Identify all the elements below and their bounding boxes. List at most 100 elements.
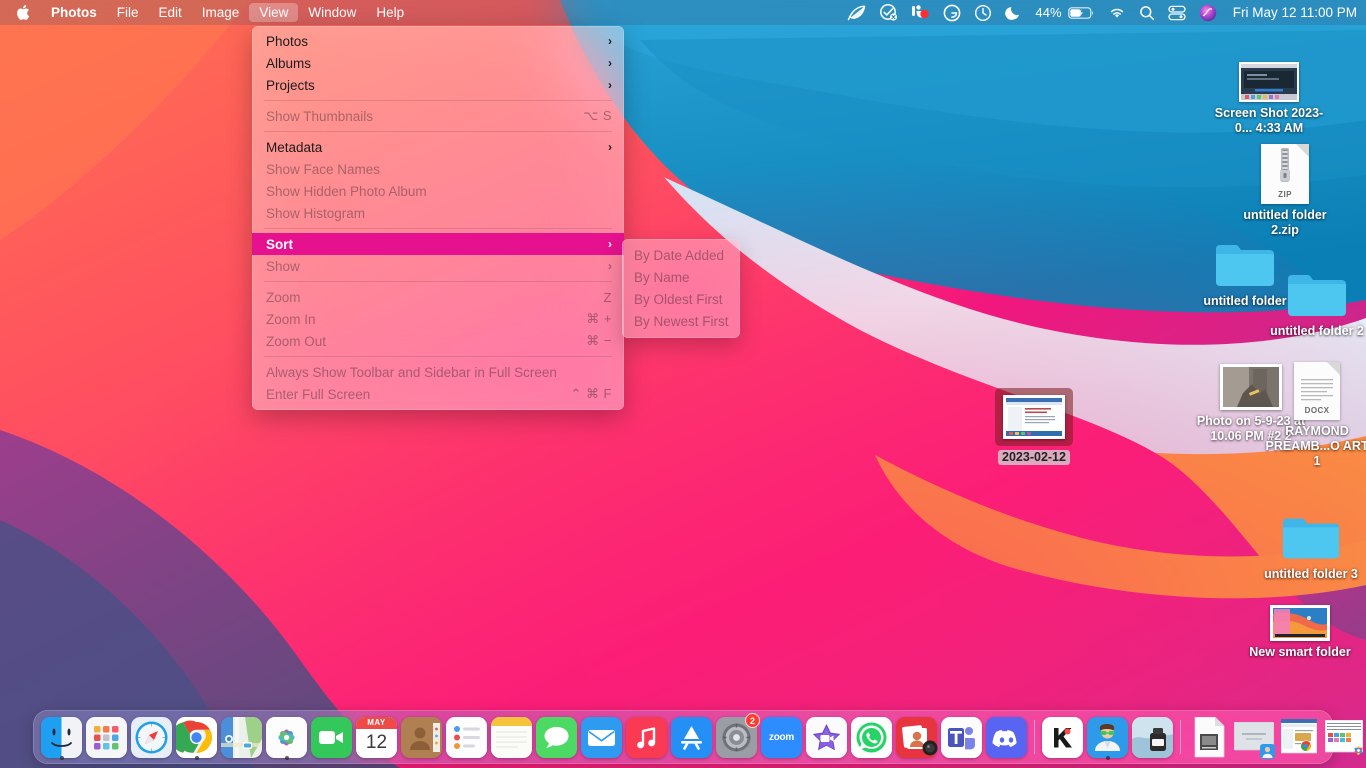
menu-separator — [264, 228, 612, 229]
siri-icon[interactable] — [1199, 0, 1217, 25]
dock-item-whatsapp[interactable] — [849, 714, 894, 760]
menu-item-label: Photos — [266, 33, 309, 49]
dock-item-zoom[interactable]: zoom — [759, 714, 804, 760]
dock-item-reminders[interactable] — [444, 714, 489, 760]
menu-item-label: Zoom Out — [266, 333, 327, 349]
grammarly-g-icon[interactable] — [943, 0, 961, 25]
dock-item-screenshot-file-3[interactable] — [1321, 714, 1366, 760]
menu-item-show-histogram: Show Histogram — [252, 202, 624, 224]
submenu-item-by-newest-first[interactable]: By Newest First — [622, 310, 740, 332]
dock-item-screenshot-file-1[interactable] — [1231, 714, 1276, 760]
menu-item-metadata[interactable]: Metadata › — [252, 136, 624, 158]
menu-image[interactable]: Image — [192, 3, 250, 22]
menu-separator — [264, 356, 612, 357]
submenu-item-label: By Date Added — [634, 247, 725, 263]
menu-file[interactable]: File — [107, 3, 149, 22]
menu-item-zoom: Zoom Z — [252, 286, 624, 308]
running-indicator — [194, 756, 199, 760]
moon-do-not-disturb-icon[interactable] — [1005, 0, 1022, 25]
menu-edit[interactable]: Edit — [149, 3, 192, 22]
zip-file-icon: ZIP — [1261, 144, 1309, 204]
dock-item-imovie[interactable] — [804, 714, 849, 760]
dock-item-mail[interactable] — [579, 714, 624, 760]
menu-item-projects[interactable]: Projects › — [252, 74, 624, 96]
desktop-icon-zip[interactable]: ZIP untitled folder 2.zip — [1230, 144, 1340, 238]
wifi-icon[interactable] — [1108, 0, 1126, 25]
dock-item-calendar[interactable]: MAY 12 — [354, 714, 399, 760]
file-type-label: DOCX — [1304, 406, 1330, 415]
dock-item-photobooth[interactable] — [894, 714, 939, 760]
menu-item-label: Enter Full Screen — [266, 386, 371, 402]
submenu-item-label: By Name — [634, 269, 690, 285]
submenu-item-by-oldest-first[interactable]: By Oldest First — [622, 288, 740, 310]
dock-item-safari[interactable] — [129, 714, 174, 760]
control-center-icon[interactable] — [1168, 0, 1186, 25]
submenu-item-by-date-added[interactable]: By Date Added — [622, 244, 740, 266]
menu-photos[interactable]: Photos — [41, 3, 107, 22]
menu-item-shortcut: ⌃ ⌘ F — [570, 386, 612, 401]
menu-item-albums[interactable]: Albums › — [252, 52, 624, 74]
menu-item-shortcut: ⌘ + — [586, 311, 612, 326]
desktop-icon-folder-3[interactable]: untitled folder 3 — [1256, 513, 1366, 582]
colorful-app-icon[interactable] — [911, 0, 930, 25]
desktop-icon-label: 2023-02-12 — [998, 450, 1070, 465]
menu-separator — [264, 100, 612, 101]
dock-item-messages[interactable] — [534, 714, 579, 760]
menu-item-shortcut: ⌥ S — [583, 108, 612, 123]
dock-item-contacts[interactable] — [399, 714, 444, 760]
dock-item-photos[interactable] — [264, 714, 309, 760]
screenshot-thumbnail-icon — [995, 388, 1073, 446]
dock-item-screenshot-file-2[interactable] — [1276, 714, 1321, 760]
clock-history-icon[interactable] — [974, 0, 992, 25]
submenu-item-label: By Oldest First — [634, 291, 723, 307]
desktop-icon-smart-folder[interactable]: New smart folder — [1245, 605, 1355, 660]
dock-item-system-preferences[interactable]: 2 — [714, 713, 760, 760]
battery-charging-icon[interactable] — [1067, 0, 1095, 25]
checkmark-circle-icon[interactable] — [879, 0, 898, 25]
menu-window[interactable]: Window — [298, 3, 366, 22]
dock-item-documents-stack[interactable] — [1186, 714, 1231, 760]
desktop-icon-label: Screen Shot 2023-0... 4:33 AM — [1214, 106, 1324, 135]
menu-bar-clock[interactable]: Fri May 12 11:00 PM — [1233, 5, 1357, 20]
desktop-icon-docx[interactable]: DOCX RAYMOND PREAMB...O ART 1 — [1262, 362, 1366, 469]
menu-item-label: Show — [266, 258, 300, 274]
menu-help[interactable]: Help — [366, 3, 414, 22]
dock-item-facetime[interactable] — [309, 714, 354, 760]
sort-submenu: By Date Added By Name By Oldest First By… — [622, 239, 740, 338]
dock-item-ink-app[interactable] — [1130, 714, 1175, 760]
submenu-item-by-name[interactable]: By Name — [622, 266, 740, 288]
dock-item-teams[interactable] — [939, 714, 984, 760]
desktop-icon-label: untitled folder 2.zip — [1243, 208, 1327, 237]
dock-item-appstore[interactable] — [669, 714, 714, 760]
menu-item-shortcut: ⌘ − — [586, 333, 612, 348]
menu-view[interactable]: View — [249, 3, 299, 22]
dock-item-maps[interactable] — [219, 714, 264, 760]
menu-item-label: Projects — [266, 77, 315, 93]
dock-item-music[interactable] — [624, 714, 669, 760]
battery-percent-label: 44% — [1035, 5, 1062, 20]
dock-item-avatar-app[interactable] — [1085, 714, 1130, 760]
desktop-icon-selected-screenshot[interactable]: 2023-02-12 — [979, 388, 1089, 465]
dock-item-notes[interactable] — [489, 714, 534, 760]
dock-item-chrome[interactable] — [174, 714, 219, 760]
dock-item-krisp[interactable] — [1040, 714, 1085, 760]
dock-item-launchpad[interactable] — [84, 714, 129, 760]
dock-item-discord[interactable] — [984, 714, 1029, 760]
desktop-icon-folder-2[interactable]: untitled folder 2 — [1262, 270, 1366, 339]
smart-folder-thumbnail-icon — [1270, 605, 1330, 641]
menu-item-photos[interactable]: Photos › — [252, 30, 624, 52]
menu-item-zoom-out: Zoom Out ⌘ − — [252, 330, 624, 352]
dock-item-finder[interactable] — [39, 714, 84, 760]
feather-icon[interactable] — [847, 0, 866, 25]
menu-item-sort[interactable]: Sort › — [252, 233, 624, 255]
view-dropdown-menu: Photos › Albums › Projects › Show Thumbn… — [252, 26, 624, 410]
menu-item-show-face-names: Show Face Names — [252, 158, 624, 180]
search-icon[interactable] — [1139, 0, 1155, 25]
apple-logo-icon[interactable] — [8, 4, 41, 21]
desktop-icon-screenshot[interactable]: Screen Shot 2023-0... 4:33 AM — [1214, 62, 1324, 136]
menu-item-show-hidden-photo-album: Show Hidden Photo Album — [252, 180, 624, 202]
dock: MAY 12 2 zoom — [33, 710, 1363, 764]
calendar-day-label: 12 — [365, 732, 388, 753]
folder-icon — [1286, 270, 1348, 320]
chevron-right-icon: › — [608, 34, 612, 48]
